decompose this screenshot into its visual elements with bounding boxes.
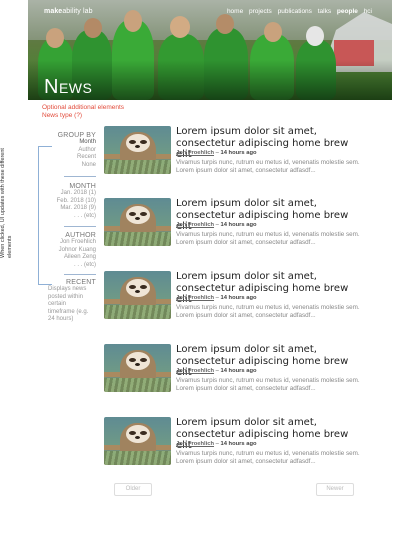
article-excerpt: Vivamus turpis nunc, rutrum eu metus id,… (176, 450, 360, 466)
article-meta: Jon Froehlich – 14 hours ago (176, 295, 257, 301)
thumb-sloth-eye (129, 285, 136, 289)
month-item[interactable]: Mar. 2018 (9) (36, 205, 96, 213)
month-heading: MONTH (69, 183, 96, 190)
news-article[interactable]: Lorem ipsum dolor sit amet, consectetur … (104, 126, 366, 186)
month-item[interactable]: . . . (etc) (36, 213, 96, 221)
author-filter: AUTHOR Jon Froehlich Johnor Kuang Aileen… (36, 232, 96, 269)
thumb-leaves (104, 160, 171, 174)
thumb-leaves (104, 305, 171, 319)
nav-links: home projects publications talks people … (223, 8, 372, 15)
recent-filter: RECENT Displays news posted within certa… (36, 279, 96, 324)
group-by-recent[interactable]: Recent (36, 154, 96, 162)
author-item[interactable]: Aileen Zeng (36, 254, 96, 262)
sloth-thumbnail[interactable] (104, 126, 171, 174)
news-article[interactable]: Lorem ipsum dolor sit amet, consectetur … (104, 417, 366, 477)
group-by-month[interactable]: Month (36, 139, 96, 147)
filter-explanation: When clicked, UI updates with these diff… (0, 148, 13, 258)
thumb-sloth-eye (129, 431, 136, 435)
thumb-leaves (104, 378, 171, 392)
article-time: 14 hours ago (220, 150, 257, 156)
recent-heading[interactable]: RECENT (36, 279, 96, 286)
thumb-sloth-nose (135, 145, 140, 148)
site-logo[interactable]: makeability lab (44, 8, 93, 15)
article-time: 14 hours ago (220, 441, 257, 447)
older-button[interactable]: Older (114, 483, 152, 496)
article-time: 14 hours ago (220, 368, 257, 374)
article-time: 14 hours ago (220, 222, 257, 228)
news-article[interactable]: Lorem ipsum dolor sit amet, consectetur … (104, 344, 366, 404)
group-by-none[interactable]: None (36, 162, 96, 170)
month-filter: MONTH Jan. 2018 (1) Feb. 2018 (10) Mar. … (36, 183, 96, 220)
optional-elements-note: Optional additional elements (42, 104, 125, 111)
thumb-sloth-nose (135, 217, 140, 220)
author-item[interactable]: . . . (etc) (36, 262, 96, 270)
nav-projects[interactable]: projects (249, 8, 272, 15)
author-item[interactable]: Johnor Kuang (36, 247, 96, 255)
recent-description: posted within (48, 293, 84, 300)
article-time: 14 hours ago (220, 295, 257, 301)
thumb-sloth-eye (140, 358, 147, 362)
news-article[interactable]: Lorem ipsum dolor sit amet, consectetur … (104, 198, 366, 258)
nav-people[interactable]: people (337, 8, 358, 15)
group-by-author[interactable]: Author (36, 147, 96, 155)
recent-description: Displays news (48, 286, 87, 292)
thumb-leaves (104, 232, 171, 246)
thumb-sloth-nose (135, 436, 140, 439)
thumb-sloth-eye (129, 358, 136, 362)
recent-description: 24 hours) (48, 316, 74, 323)
thumb-sloth-eye (140, 140, 147, 144)
news-article[interactable]: Lorem ipsum dolor sit amet, consectetur … (104, 271, 366, 331)
article-meta: Jon Froehlich – 14 hours ago (176, 222, 257, 228)
filter-divider (64, 226, 96, 227)
article-author[interactable]: Jon Froehlich (176, 368, 214, 374)
sloth-thumbnail[interactable] (104, 271, 171, 319)
page-title: News (44, 76, 93, 98)
logo-rest: ability lab (62, 8, 93, 15)
thumb-sloth-eye (129, 140, 136, 144)
thumb-sloth-eye (140, 285, 147, 289)
author-item[interactable]: Jon Froehlich (36, 239, 96, 247)
group-photo-head (46, 28, 64, 48)
group-photo-head (306, 26, 324, 46)
filter-divider (64, 176, 96, 177)
group-photo-head (264, 22, 282, 42)
author-heading: AUTHOR (65, 232, 96, 239)
thumb-sloth-nose (135, 363, 140, 366)
nav-hci[interactable]: hci (364, 8, 372, 15)
month-item[interactable]: Jan. 2018 (1) (36, 190, 96, 198)
recent-description: timeframe (e.g. (48, 308, 89, 315)
month-item[interactable]: Feb. 2018 (10) (36, 198, 96, 206)
article-author[interactable]: Jon Froehlich (176, 295, 214, 301)
sloth-thumbnail[interactable] (104, 417, 171, 465)
thumb-sloth-eye (140, 431, 147, 435)
article-author[interactable]: Jon Froehlich (176, 150, 214, 156)
group-by-heading: GROUP BY (57, 132, 96, 139)
sloth-thumbnail[interactable] (104, 198, 171, 246)
article-author[interactable]: Jon Froehlich (176, 441, 214, 447)
logo-bold: make (44, 8, 63, 15)
article-meta: Jon Froehlich – 14 hours ago (176, 368, 257, 374)
news-type-note[interactable]: News type (?) (42, 112, 82, 119)
sloth-thumbnail[interactable] (104, 344, 171, 392)
group-by-filter: GROUP BY Month Author Recent None (36, 132, 96, 169)
article-excerpt: Vivamus turpis nunc, rutrum eu metus id,… (176, 377, 360, 393)
thumb-sloth-eye (140, 212, 147, 216)
article-meta: Jon Froehlich – 14 hours ago (176, 441, 257, 447)
top-navigation: makeability lab home projects publicatio… (28, 8, 392, 20)
thumb-sloth-eye (129, 212, 136, 216)
thumb-leaves (104, 451, 171, 465)
nav-publications[interactable]: publications (278, 8, 312, 15)
article-excerpt: Vivamus turpis nunc, rutrum eu metus id,… (176, 304, 360, 320)
article-meta: Jon Froehlich – 14 hours ago (176, 150, 257, 156)
article-excerpt: Vivamus turpis nunc, rutrum eu metus id,… (176, 159, 360, 175)
filter-divider (64, 274, 96, 275)
newer-button[interactable]: Newer (316, 483, 354, 496)
nav-home[interactable]: home (227, 8, 243, 15)
article-author[interactable]: Jon Froehlich (176, 222, 214, 228)
group-photo-head (84, 18, 102, 38)
recent-description: certain (48, 301, 67, 308)
article-excerpt: Vivamus turpis nunc, rutrum eu metus id,… (176, 231, 360, 247)
nav-talks[interactable]: talks (318, 8, 331, 15)
thumb-sloth-nose (135, 290, 140, 293)
